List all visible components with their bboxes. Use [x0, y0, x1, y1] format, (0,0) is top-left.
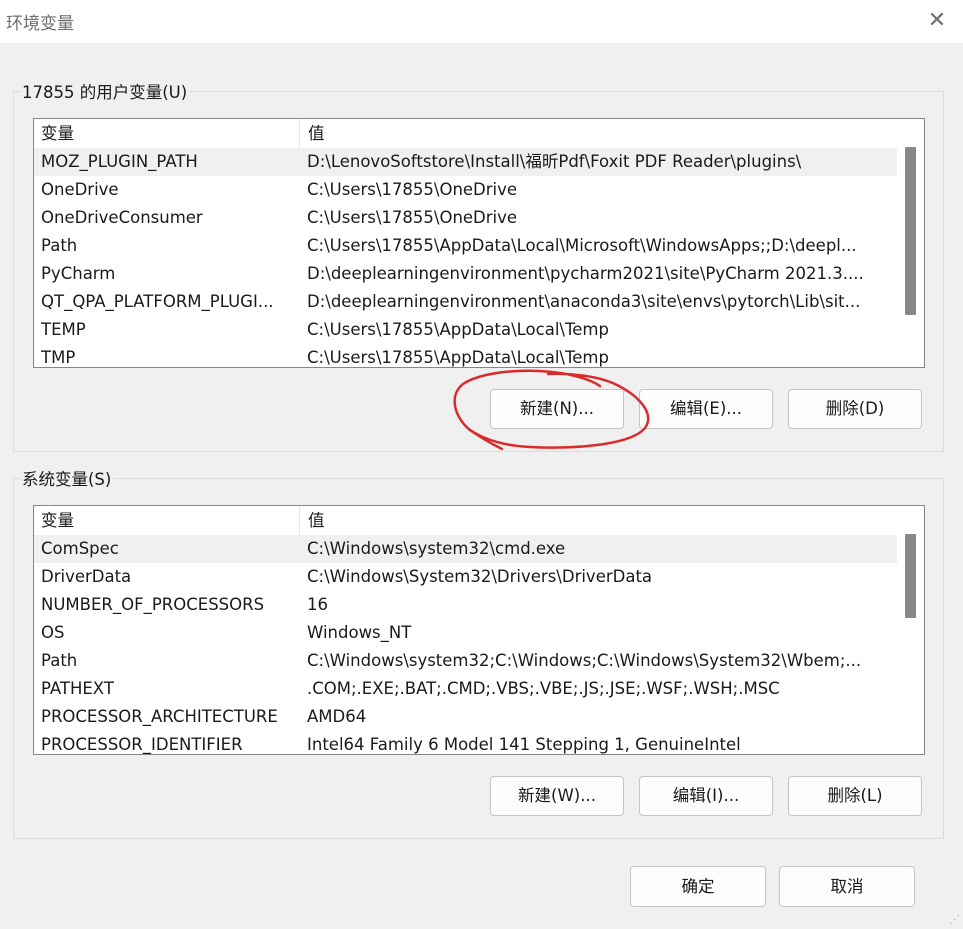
row-name: OneDrive — [41, 180, 119, 199]
column-header-name[interactable]: 变量 — [34, 506, 300, 535]
row-value: C:\Users\17855\OneDrive — [307, 208, 518, 227]
row-name: QT_QPA_PLATFORM_PLUGI... — [41, 292, 274, 311]
row-value: D:\deeplearningenvironment\anaconda3\sit… — [307, 292, 861, 311]
table-row[interactable]: PROCESSOR_ARCHITECTURE AMD64 — [34, 703, 897, 731]
close-icon[interactable]: ✕ — [920, 6, 954, 36]
cancel-button[interactable]: 取消 — [779, 866, 915, 907]
delete-system-variable-button[interactable]: 删除(L) — [788, 776, 922, 816]
vertical-scrollbar-thumb[interactable] — [905, 147, 916, 315]
row-name: TEMP — [41, 320, 86, 339]
title-bar: 环境变量 ✕ — [0, 0, 963, 43]
user-variables-list[interactable]: 变量 值 MOZ_PLUGIN_PATH D:\LenovoSoftstore\I… — [33, 118, 925, 368]
row-value: AMD64 — [307, 707, 367, 726]
row-value: C:\Windows\system32\cmd.exe — [307, 539, 566, 558]
window-title: 环境变量 — [6, 14, 74, 34]
table-row[interactable]: Path C:\Users\17855\AppData\Local\Microso… — [34, 232, 897, 260]
row-value: 16 — [307, 595, 328, 614]
user-variables-label: 17855 的用户变量(U) — [20, 79, 190, 103]
row-value: C:\Users\17855\AppData\Local\Temp — [307, 348, 609, 367]
row-value: C:\Users\17855\OneDrive — [307, 180, 518, 199]
vertical-scrollbar-thumb[interactable] — [905, 534, 916, 618]
row-value: D:\LenovoSoftstore\Install\福昕Pdf\Foxit P… — [307, 152, 802, 171]
table-row[interactable]: QT_QPA_PLATFORM_PLUGI... D:\deeplearninge… — [34, 288, 897, 316]
table-row[interactable]: MOZ_PLUGIN_PATH D:\LenovoSoftstore\Instal… — [34, 148, 897, 176]
row-name: Path — [41, 651, 78, 670]
list-header: 变量 值 — [34, 506, 897, 535]
row-value: .COM;.EXE;.BAT;.CMD;.VBS;.VBE;.JS;.JSE;.… — [307, 679, 780, 698]
row-name: Path — [41, 236, 78, 255]
row-name: NUMBER_OF_PROCESSORS — [41, 595, 265, 614]
table-row[interactable]: PROCESSOR_IDENTIFIER Intel64 Family 6 Mod… — [34, 731, 897, 754]
table-row[interactable]: DriverData C:\Windows\System32\Drivers\Dr… — [34, 563, 897, 591]
resize-grip-icon[interactable]: ⋰ — [949, 913, 960, 926]
row-name: PROCESSOR_IDENTIFIER — [41, 735, 243, 754]
list-header: 变量 值 — [34, 119, 897, 148]
column-header-value[interactable]: 值 — [301, 119, 896, 148]
table-row[interactable]: OneDrive C:\Users\17855\OneDrive — [34, 176, 897, 204]
row-name: ComSpec — [41, 539, 119, 558]
new-system-variable-button[interactable]: 新建(W)... — [490, 776, 624, 816]
system-variables-list[interactable]: 变量 值 ComSpec C:\Windows\system32\cmd.exe … — [33, 505, 925, 755]
row-value: C:\Users\17855\AppData\Local\Microsoft\W… — [307, 236, 857, 255]
column-header-value[interactable]: 值 — [301, 506, 896, 535]
row-value: C:\Windows\system32;C:\Windows;C:\Window… — [307, 651, 862, 670]
column-header-name[interactable]: 变量 — [34, 119, 300, 148]
row-value: C:\Windows\System32\Drivers\DriverData — [307, 567, 653, 586]
table-row[interactable]: OneDriveConsumer C:\Users\17855\OneDrive — [34, 204, 897, 232]
delete-user-variable-button[interactable]: 删除(D) — [788, 389, 922, 429]
row-name: TMP — [41, 348, 76, 367]
ok-button[interactable]: 确定 — [630, 866, 766, 907]
table-row[interactable]: TEMP C:\Users\17855\AppData\Local\Temp — [34, 316, 897, 344]
user-variables-rows: MOZ_PLUGIN_PATH D:\LenovoSoftstore\Instal… — [34, 148, 897, 367]
system-variables-label: 系统变量(S) — [20, 466, 114, 490]
table-row[interactable]: ComSpec C:\Windows\system32\cmd.exe — [34, 535, 897, 563]
table-row[interactable]: Path C:\Windows\system32;C:\Windows;C:\Wi… — [34, 647, 897, 675]
edit-system-variable-button[interactable]: 编辑(I)... — [639, 776, 773, 816]
edit-user-variable-button[interactable]: 编辑(E)... — [639, 389, 773, 429]
row-name: DriverData — [41, 567, 132, 586]
row-value: Windows_NT — [307, 623, 412, 642]
row-name: OneDriveConsumer — [41, 208, 203, 227]
system-variables-rows: ComSpec C:\Windows\system32\cmd.exe Drive… — [34, 535, 897, 754]
table-row[interactable]: OS Windows_NT — [34, 619, 897, 647]
row-name: PyCharm — [41, 264, 116, 283]
row-value: Intel64 Family 6 Model 141 Stepping 1, G… — [307, 735, 741, 754]
row-name: MOZ_PLUGIN_PATH — [41, 152, 198, 171]
row-name: OS — [41, 623, 65, 642]
table-row[interactable]: PyCharm D:\deeplearningenvironment\pychar… — [34, 260, 897, 288]
row-name: PROCESSOR_ARCHITECTURE — [41, 707, 278, 726]
table-row[interactable]: NUMBER_OF_PROCESSORS 16 — [34, 591, 897, 619]
row-value: D:\deeplearningenvironment\pycharm2021\s… — [307, 264, 864, 283]
table-row[interactable]: TMP C:\Users\17855\AppData\Local\Temp — [34, 344, 897, 367]
table-row[interactable]: PATHEXT .COM;.EXE;.BAT;.CMD;.VBS;.VBE;.JS… — [34, 675, 897, 703]
new-user-variable-button[interactable]: 新建(N)... — [490, 389, 624, 429]
row-value: C:\Users\17855\AppData\Local\Temp — [307, 320, 609, 339]
row-name: PATHEXT — [41, 679, 114, 698]
